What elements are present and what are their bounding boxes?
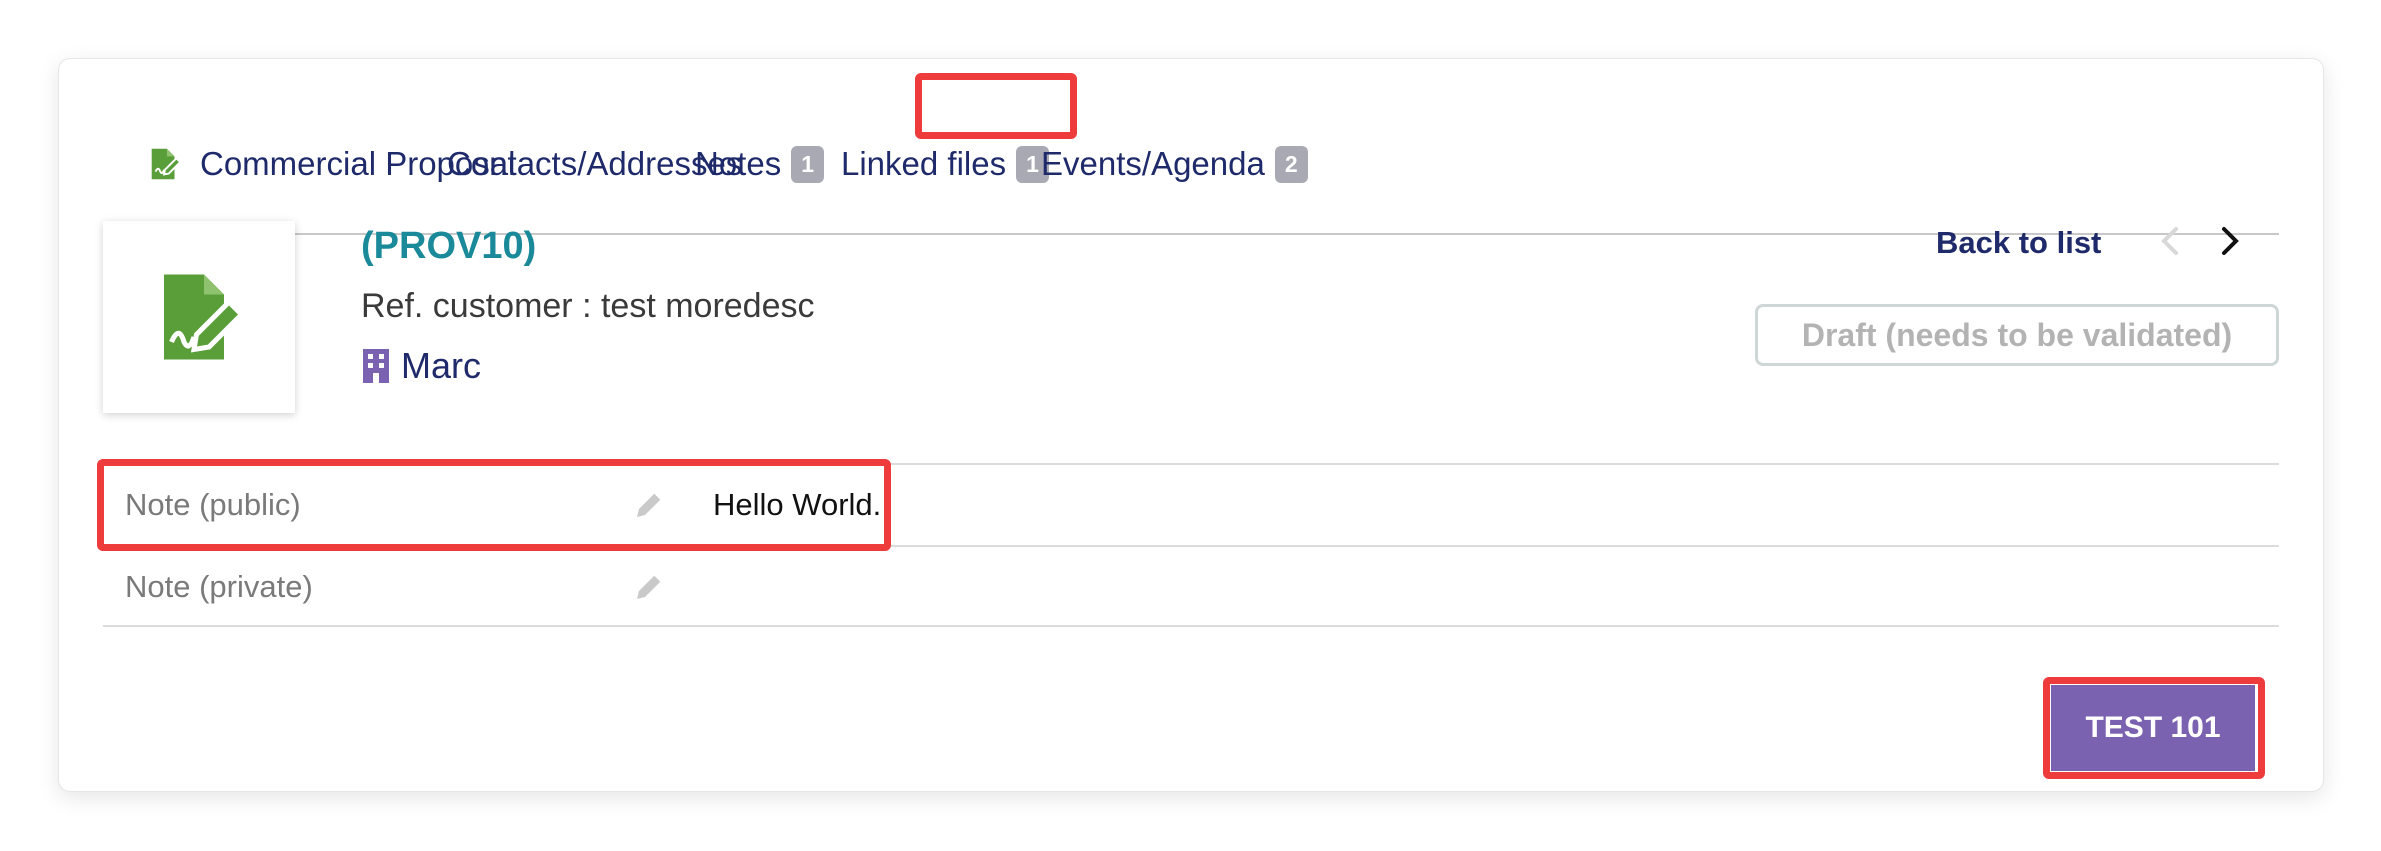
thirdparty-link[interactable]: Marc	[361, 345, 481, 387]
highlight-test-button	[2043, 677, 2265, 779]
events-count-badge: 2	[1274, 145, 1308, 183]
tab-label: Linked files	[841, 145, 1007, 182]
ref-customer: Ref. customer : test moredesc	[361, 287, 815, 325]
highlight-note-public	[97, 459, 891, 551]
note-private-row: Note (private)	[103, 545, 2279, 627]
tab-notes[interactable]: Notes 1	[695, 95, 825, 233]
status-badge: Draft (needs to be validated)	[1755, 304, 2279, 366]
proposal-ref: (PROV10)	[361, 225, 537, 267]
tab-label: Events/Agenda	[1041, 145, 1265, 182]
object-thumbnail	[103, 221, 295, 413]
note-private-label: Note (private)	[125, 569, 313, 604]
thirdparty-name: Marc	[401, 345, 481, 386]
proposal-document-icon	[164, 274, 246, 360]
tab-bar: Commercial Proposal Contacts/Addresses N…	[103, 95, 2279, 235]
tab-label: Notes	[695, 145, 782, 182]
pencil-icon[interactable]	[631, 569, 667, 605]
highlight-notes-tab	[915, 73, 1077, 139]
tab-events-agenda[interactable]: Events/Agenda 2	[1041, 95, 1308, 233]
back-to-list-link[interactable]: Back to list	[1936, 225, 2101, 261]
chevron-right-icon[interactable]	[2209, 221, 2249, 261]
building-icon	[363, 349, 389, 383]
proposal-edit-icon	[151, 148, 182, 180]
proposal-card: Commercial Proposal Contacts/Addresses N…	[58, 58, 2324, 792]
chevron-left-icon[interactable]	[2151, 221, 2191, 261]
notes-count-badge: 1	[791, 145, 825, 183]
